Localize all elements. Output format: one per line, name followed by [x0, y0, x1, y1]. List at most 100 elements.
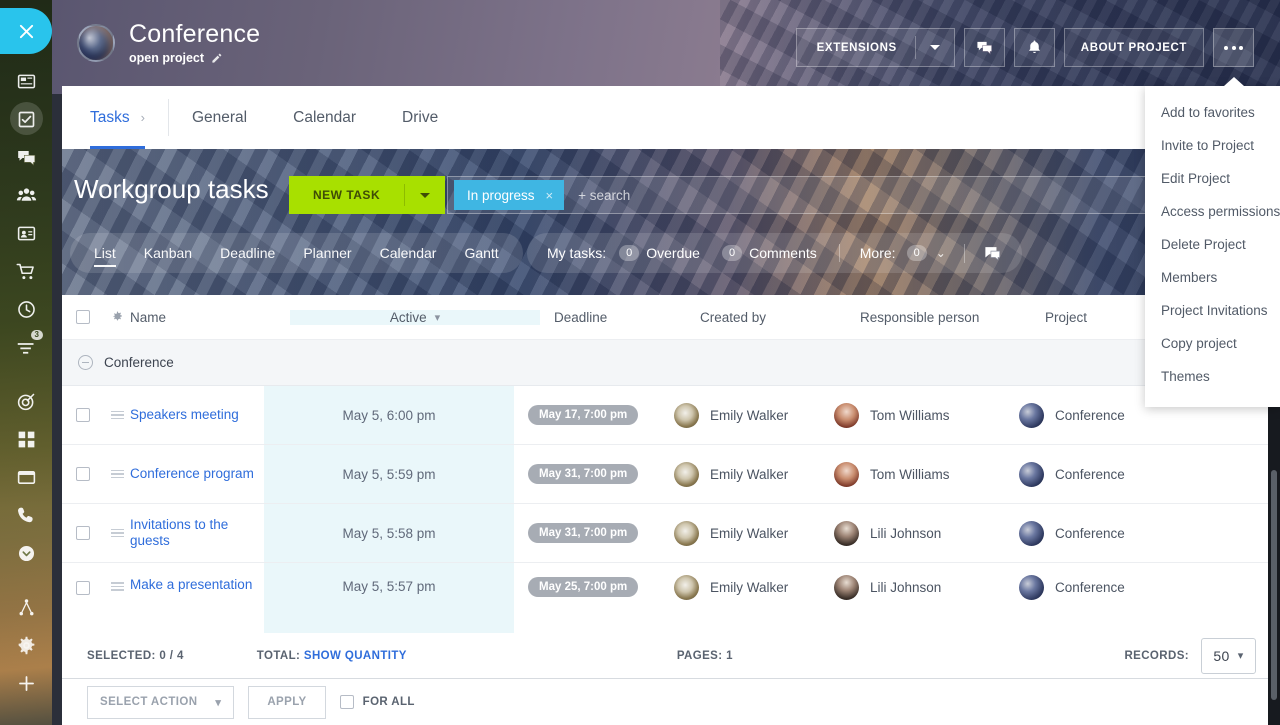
apply-button[interactable]: APPLY	[248, 685, 326, 719]
column-header-created-by[interactable]: Created by	[700, 310, 860, 325]
new-task-button[interactable]: NEW TASK	[289, 176, 446, 214]
chat-button[interactable]	[963, 28, 1005, 67]
drag-handle-icon[interactable]	[104, 386, 130, 444]
view-mode-gantt[interactable]: Gantt	[464, 245, 498, 261]
row-checkbox[interactable]	[62, 504, 104, 562]
drag-handle-icon[interactable]	[104, 563, 130, 636]
extensions-button[interactable]: EXTENSIONS	[795, 28, 955, 67]
sidebar-item-workflow[interactable]: 3	[0, 328, 52, 366]
cart-icon	[16, 263, 34, 279]
collapse-icon[interactable]	[78, 355, 93, 370]
records-select[interactable]: 50 ▾	[1201, 637, 1256, 674]
row-checkbox[interactable]	[62, 386, 104, 444]
edit-pencil-icon[interactable]	[211, 53, 222, 64]
menu-item-edit-project[interactable]: Edit Project	[1145, 162, 1280, 195]
sidebar-item-crm[interactable]	[0, 382, 52, 420]
menu-item-add-to-favorites[interactable]: Add to favorites	[1145, 96, 1280, 129]
view-mode-planner[interactable]: Planner	[303, 245, 351, 261]
sidebar-item-apps[interactable]	[0, 420, 52, 458]
view-mode-deadline[interactable]: Deadline	[220, 245, 275, 261]
checkbox-icon	[76, 408, 90, 422]
notifications-button[interactable]	[1013, 28, 1055, 67]
column-settings-button[interactable]	[104, 310, 130, 325]
counter-comments[interactable]: 0 Comments	[721, 245, 817, 261]
column-header-responsible[interactable]: Responsible person	[860, 310, 1045, 325]
table-row[interactable]: Invitations to the guests May 5, 5:58 pm…	[62, 504, 1280, 563]
group-icon	[16, 187, 36, 201]
total-summary: TOTAL: SHOW QUANTITY	[257, 650, 407, 662]
menu-item-copy-project[interactable]: Copy project	[1145, 327, 1280, 360]
table-row[interactable]: Conference program May 5, 5:59 pm May 31…	[62, 445, 1280, 504]
task-deadline: May 31, 7:00 pm	[514, 504, 674, 562]
comments-toggle-button[interactable]	[963, 243, 1002, 263]
tab-drive[interactable]: Drive	[379, 86, 461, 149]
task-name-link[interactable]: Make a presentation	[130, 563, 264, 636]
more-menu-button[interactable]	[1213, 28, 1254, 67]
menu-item-access-permissions[interactable]: Access permissions	[1145, 195, 1280, 228]
row-checkbox[interactable]	[62, 563, 104, 636]
task-name-link[interactable]: Speakers meeting	[130, 386, 264, 444]
sidebar-close-button[interactable]	[0, 8, 52, 54]
sidebar-item-settings[interactable]	[0, 626, 52, 664]
row-checkbox[interactable]	[62, 445, 104, 503]
tab-calendar[interactable]: Calendar	[270, 86, 379, 149]
drag-handle-icon[interactable]	[104, 504, 130, 562]
chevron-down-icon: ▾	[1237, 650, 1244, 662]
counter-overdue[interactable]: 0 Overdue	[619, 245, 700, 261]
about-project-button[interactable]: ABOUT PROJECT	[1063, 28, 1204, 67]
sidebar-item-group[interactable]	[0, 176, 52, 214]
counter-more[interactable]: More: 0 ⌄	[860, 245, 946, 261]
filter-chip-in-progress[interactable]: In progress ×	[454, 180, 565, 210]
vertical-scrollbar[interactable]	[1271, 470, 1277, 700]
window-icon	[17, 470, 35, 484]
view-mode-kanban[interactable]: Kanban	[144, 245, 192, 261]
sidebar-item-contacts[interactable]	[0, 214, 52, 252]
show-quantity-link[interactable]: SHOW QUANTITY	[304, 650, 407, 662]
menu-item-invite-to-project[interactable]: Invite to Project	[1145, 129, 1280, 162]
table-header-row: Name Active ▾ Deadline Created by Respon…	[62, 295, 1280, 340]
tab-tasks[interactable]: Tasks ›	[62, 86, 168, 149]
menu-item-themes[interactable]: Themes	[1145, 360, 1280, 393]
menu-item-members[interactable]: Members	[1145, 261, 1280, 294]
header-actions: EXTENSIONS ABOUT PROJECT	[795, 28, 1254, 67]
view-mode-list[interactable]: List	[94, 245, 116, 267]
search-bar[interactable]: In progress × + search ✕	[447, 176, 1220, 214]
select-all-checkbox[interactable]	[62, 310, 104, 324]
sidebar-item-news[interactable]	[0, 62, 52, 100]
group-row-conference[interactable]: Conference	[62, 340, 1280, 386]
menu-item-delete-project[interactable]: Delete Project	[1145, 228, 1280, 261]
tasks-icon	[18, 111, 34, 127]
menu-item-project-invitations[interactable]: Project Invitations	[1145, 294, 1280, 327]
sidebar-item-telephony[interactable]	[0, 496, 52, 534]
column-header-deadline[interactable]: Deadline	[540, 310, 700, 325]
sidebar-item-structure[interactable]	[0, 588, 52, 626]
chevron-down-icon	[420, 192, 431, 198]
column-header-name[interactable]: Name	[130, 310, 290, 325]
task-name-link[interactable]: Conference program	[130, 445, 264, 503]
sidebar-item-cart[interactable]	[0, 252, 52, 290]
sidebar-item-chat[interactable]	[0, 138, 52, 176]
search-input[interactable]: + search	[578, 188, 630, 203]
table-row[interactable]: Speakers meeting May 5, 6:00 pm May 17, …	[62, 386, 1280, 445]
project-label: Conference	[1055, 466, 1125, 482]
for-all-checkbox[interactable]: FOR ALL	[339, 695, 415, 709]
sidebar-item-sites[interactable]	[0, 458, 52, 496]
sidebar-item-tasks[interactable]	[0, 100, 52, 138]
sidebar-item-more[interactable]	[0, 534, 52, 572]
column-header-active[interactable]: Active ▾	[290, 309, 540, 325]
table-row[interactable]: Make a presentation May 5, 5:57 pm May 2…	[62, 563, 1280, 637]
group-row-label: Conference	[104, 355, 174, 370]
task-name-label: Conference program	[130, 466, 254, 481]
checkbox-icon	[339, 695, 354, 709]
new-task-dropdown-toggle[interactable]	[405, 192, 445, 198]
extensions-dropdown-toggle[interactable]	[916, 45, 954, 50]
created-by-label: Emily Walker	[710, 580, 789, 595]
drag-handle-icon[interactable]	[104, 445, 130, 503]
sidebar-item-add[interactable]	[0, 664, 52, 702]
view-mode-calendar[interactable]: Calendar	[380, 245, 437, 261]
close-icon[interactable]: ×	[546, 188, 554, 203]
tab-general[interactable]: General	[169, 86, 270, 149]
select-action-dropdown[interactable]: SELECT ACTION ▾	[87, 685, 235, 719]
sidebar-item-time[interactable]	[0, 290, 52, 328]
task-name-link[interactable]: Invitations to the guests	[130, 504, 264, 562]
